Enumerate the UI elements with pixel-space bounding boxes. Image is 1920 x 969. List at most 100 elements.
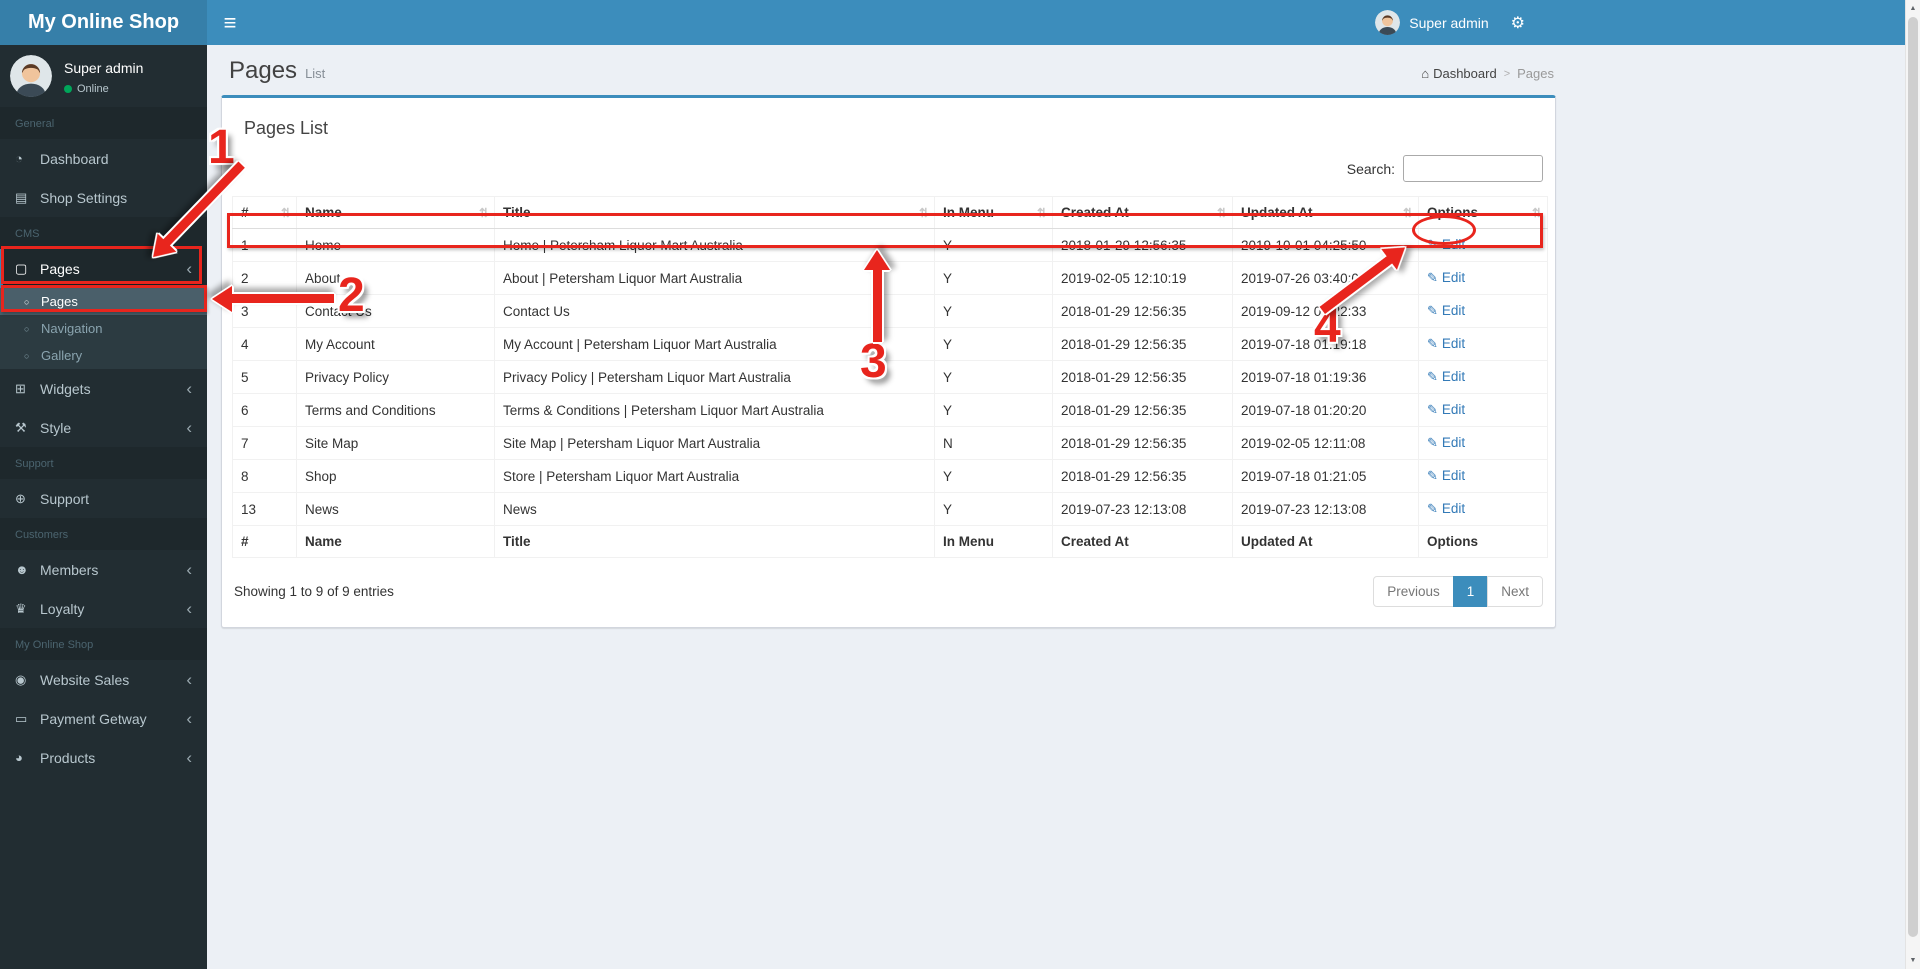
navbar-right: Super admin ⚙ <box>1365 0 1537 45</box>
chevron-left-icon: ‹ <box>186 559 192 579</box>
pagination-previous-button[interactable]: Previous <box>1373 576 1454 607</box>
edit-button[interactable]: ✎ Edit <box>1427 402 1465 417</box>
sidebar-item-style[interactable]: ⚒ Style ‹ <box>0 408 207 447</box>
menu-header-support: Support <box>0 447 207 479</box>
column-header-updated-at[interactable]: Updated At ⇅ <box>1232 196 1419 229</box>
navbar-username: Super admin <box>1409 14 1489 31</box>
pagination-page-1-button[interactable]: 1 <box>1452 576 1489 607</box>
vertical-scrollbar[interactable]: ▲ ▼ <box>1905 0 1920 969</box>
sidebar-item-shop-settings[interactable]: ▤ Shop Settings <box>0 178 207 217</box>
sidebar-subitem-pages[interactable]: ○ Pages <box>0 288 207 315</box>
edit-button[interactable]: ✎ Edit <box>1427 237 1465 252</box>
column-header-created-at[interactable]: Created At ⇅ <box>1052 196 1233 229</box>
user-menu[interactable]: Super admin <box>1365 0 1498 45</box>
credit-card-icon: ▭ <box>15 710 28 726</box>
online-status-dot <box>64 85 72 93</box>
edit-button[interactable]: ✎ Edit <box>1427 270 1465 285</box>
menu-header-general: General <box>0 107 207 139</box>
table-row: 7 Site Map Site Map | Petersham Liquor M… <box>232 426 1548 460</box>
edit-icon: ✎ <box>1427 270 1438 285</box>
dashboard-icon: ◔ <box>15 151 23 166</box>
sidebar-item-loyalty[interactable]: ♛ Loyalty ‹ <box>0 589 207 628</box>
gears-icon: ⚙ <box>1510 14 1525 32</box>
sidebar-item-payment-getway[interactable]: ▭ Payment Getway ‹ <box>0 699 207 738</box>
sort-icon: ⇅ <box>918 205 929 220</box>
sidebar-user-info: Super admin Online <box>64 55 143 97</box>
sidebar-item-widgets[interactable]: ⊞ Widgets ‹ <box>0 369 207 408</box>
table-row: 1 Home Home | Petersham Liquor Mart Aust… <box>232 228 1548 262</box>
edit-icon: ✎ <box>1427 402 1438 417</box>
column-header-id[interactable]: # ⇅ <box>232 196 297 229</box>
life-ring-icon: ⊕ <box>15 490 26 506</box>
users-icon: ☻ <box>15 562 29 577</box>
breadcrumb-separator: > <box>1503 67 1511 80</box>
edit-button[interactable]: ✎ Edit <box>1427 336 1465 351</box>
scrollbar-thumb[interactable] <box>1908 17 1918 937</box>
sidebar-item-dashboard[interactable]: ◔ Dashboard <box>0 139 207 178</box>
pagination-next-button[interactable]: Next <box>1487 576 1543 607</box>
chevron-left-icon: ‹ <box>186 747 192 767</box>
scroll-down-arrow[interactable]: ▼ <box>1906 953 1920 968</box>
sidebar-item-members[interactable]: ☻ Members ‹ <box>0 550 207 589</box>
edit-button[interactable]: ✎ Edit <box>1427 303 1465 318</box>
sort-icon: ⇅ <box>1402 205 1413 220</box>
edit-icon: ✎ <box>1427 237 1438 252</box>
chevron-left-icon: ‹ <box>186 258 192 278</box>
column-header-title[interactable]: Title ⇅ <box>494 196 935 229</box>
chevron-left-icon: ‹ <box>186 378 192 398</box>
breadcrumb: ⌂ Dashboard > Pages <box>1421 66 1554 81</box>
brand-logo[interactable]: My Online Shop <box>0 0 207 45</box>
menu-header-customers: Customers <box>0 518 207 550</box>
sidebar-user-status[interactable]: Online <box>64 83 143 95</box>
box-title: Pages List <box>244 118 329 138</box>
sidebar-subitem-navigation[interactable]: ○ Navigation <box>0 315 207 342</box>
search-label: Search: <box>1346 160 1395 177</box>
sidebar-subitem-gallery[interactable]: ○ Gallery <box>0 342 207 369</box>
sort-icon: ⇅ <box>280 205 291 220</box>
breadcrumb-current: Pages <box>1517 66 1554 81</box>
sidebar-toggle-button[interactable]: ≡ <box>207 0 253 45</box>
table-row: 3 Contact Us Contact Us Y 2018-01-29 12:… <box>232 294 1548 328</box>
scroll-up-arrow[interactable]: ▲ <box>1906 1 1920 16</box>
edit-icon: ✎ <box>1427 501 1438 516</box>
sidebar-user-name: Super admin <box>64 60 144 76</box>
pages-table: # ⇅ Name ⇅ Title ⇅ In Menu ⇅ Created At ⇅ Upd… <box>232 196 1548 558</box>
user-avatar <box>10 55 52 97</box>
sort-icon: ⇅ <box>1531 205 1542 220</box>
edit-icon: ✎ <box>1427 336 1438 351</box>
trophy-icon: ♛ <box>15 600 27 616</box>
table-header-row: # ⇅ Name ⇅ Title ⇅ In Menu ⇅ Created At ⇅ Upd… <box>232 196 1548 229</box>
edit-button[interactable]: ✎ Edit <box>1427 468 1465 483</box>
app-window: My Online Shop ≡ Super admin ⚙ Super adm… <box>0 0 1920 969</box>
table-info: Showing 1 to 9 of 9 entries <box>234 584 394 599</box>
menu-header-cms: CMS <box>0 217 207 249</box>
grid-icon: ⊞ <box>15 380 26 396</box>
menu-header-my-online-shop: My Online Shop <box>0 628 207 660</box>
search-input[interactable] <box>1403 155 1543 182</box>
brand-label: My Online Shop <box>27 11 180 33</box>
chevron-left-icon: ‹ <box>186 669 192 689</box>
table-row: 8 Shop Store | Petersham Liquor Mart Aus… <box>232 459 1548 493</box>
sidebar: Super admin Online General ◔ Dashboard ▤… <box>0 45 207 969</box>
sidebar-item-website-sales[interactable]: ◉ Website Sales ‹ <box>0 660 207 699</box>
table-footer-row: # Name Title In Menu Created At Updated … <box>232 525 1548 558</box>
sidebar-item-support[interactable]: ⊕ Support <box>0 479 207 518</box>
sidebar-item-pages[interactable]: ▢ Pages ‹ <box>0 249 207 288</box>
column-header-name[interactable]: Name ⇅ <box>296 196 495 229</box>
sidebar-user-panel: Super admin Online <box>0 45 207 107</box>
book-icon: ▤ <box>15 189 28 205</box>
column-header-options[interactable]: Options ⇅ <box>1418 196 1548 229</box>
user-avatar <box>1375 10 1401 35</box>
table-row: 13 News News Y 2019-07-23 12:13:08 2019-… <box>232 492 1548 526</box>
wrench-icon: ⚒ <box>15 419 27 435</box>
table-row: 2 About About | Petersham Liquor Mart Au… <box>232 261 1548 295</box>
edit-button[interactable]: ✎ Edit <box>1427 369 1465 384</box>
breadcrumb-dashboard-link[interactable]: ⌂ Dashboard <box>1421 66 1496 81</box>
page-subtitle: List <box>305 66 326 81</box>
table-row: 6 Terms and Conditions Terms & Condition… <box>232 393 1548 427</box>
sidebar-item-products[interactable]: ◕ Products ‹ <box>0 738 207 777</box>
settings-menu-button[interactable]: ⚙ <box>1499 0 1537 45</box>
column-header-in-menu[interactable]: In Menu ⇅ <box>934 196 1053 229</box>
edit-button[interactable]: ✎ Edit <box>1427 501 1465 516</box>
edit-button[interactable]: ✎ Edit <box>1427 435 1465 450</box>
